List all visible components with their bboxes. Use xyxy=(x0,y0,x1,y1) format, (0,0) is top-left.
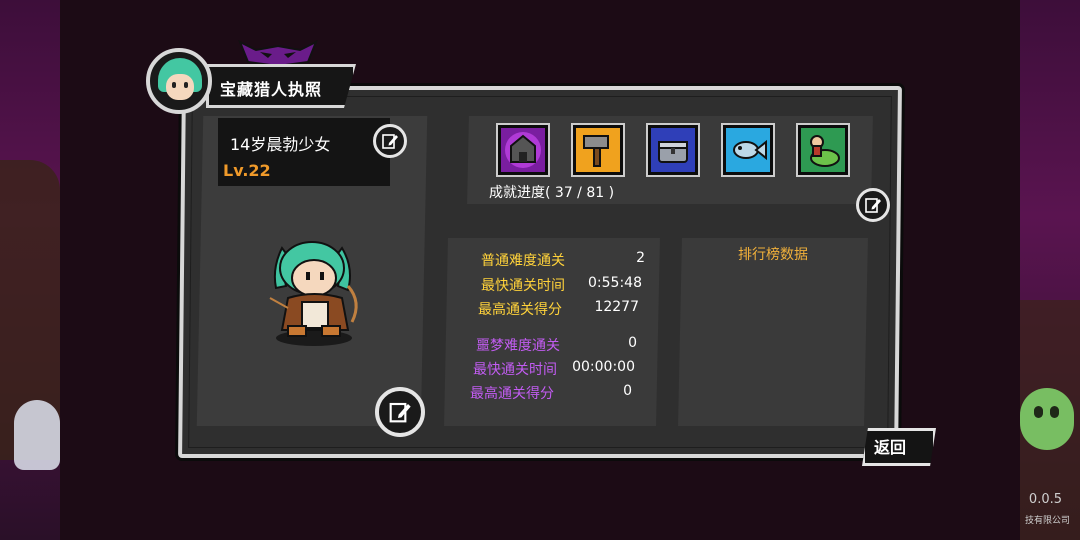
edit-icon xyxy=(382,134,398,149)
treasure-chest-icon xyxy=(651,128,695,172)
nightmare-score-label: 最高通关得分 xyxy=(470,386,554,402)
nightmare-score-value: 0 xyxy=(623,383,632,399)
nightmare-fastest-value: 00:00:00 xyxy=(572,359,635,375)
achievement-treasure-chest[interactable] xyxy=(648,125,698,175)
character-level: Lv.22 xyxy=(223,161,271,180)
edit-icon xyxy=(865,198,881,213)
character-name: 14岁晨勃少女 xyxy=(230,135,331,154)
version-text: 0.0.5 xyxy=(1028,492,1062,507)
demon-crest-icon xyxy=(238,39,318,66)
nightmare-clears-value: 0 xyxy=(628,335,637,351)
achievement-haunted-house[interactable] xyxy=(498,125,548,175)
normal-clears-value: 2 xyxy=(636,250,645,266)
avatar-eye xyxy=(172,82,176,88)
normal-fastest-value: 0:55:48 xyxy=(588,275,642,291)
back-button-label: 返回 xyxy=(874,438,907,457)
leaderboard-card xyxy=(678,238,868,426)
company-text: 技有限公司 xyxy=(1024,516,1070,526)
dragon-rider-icon xyxy=(801,128,845,172)
achievement-fish[interactable] xyxy=(723,125,773,175)
slime-eye xyxy=(1034,406,1043,418)
edit-character-button[interactable] xyxy=(375,387,425,437)
green-slime-decoration xyxy=(1020,388,1074,450)
normal-clears-label: 普通难度通关 xyxy=(481,253,565,269)
achievement-hammer[interactable] xyxy=(573,125,623,175)
slime-eye xyxy=(1050,406,1059,418)
normal-score-label: 最高通关得分 xyxy=(478,302,562,318)
nightmare-clears-label: 噩梦难度通关 xyxy=(476,338,560,354)
character-sprite xyxy=(269,241,358,346)
haunted-house-icon xyxy=(501,128,545,172)
edit-achievements-button[interactable] xyxy=(856,188,890,222)
normal-score-value: 12277 xyxy=(594,299,639,315)
edit-icon xyxy=(389,402,411,423)
avatar-eye xyxy=(184,82,188,88)
edit-name-button[interactable] xyxy=(373,124,407,158)
license-title: 宝藏猎人执照 xyxy=(220,80,323,99)
avatar-face xyxy=(166,74,194,100)
normal-fastest-label: 最快通关时间 xyxy=(481,278,565,294)
hammer-icon xyxy=(576,128,620,172)
fish-icon xyxy=(726,128,770,172)
achievement-dragon-rider[interactable] xyxy=(798,125,848,175)
leaderboard-title: 排行榜数据 xyxy=(738,247,808,263)
achievement-progress: 成就进度( 37 / 81 ) xyxy=(489,185,615,201)
nightmare-fastest-label: 最快通关时间 xyxy=(473,362,557,378)
ghost-monster-decoration xyxy=(14,400,60,470)
player-avatar xyxy=(146,48,212,114)
